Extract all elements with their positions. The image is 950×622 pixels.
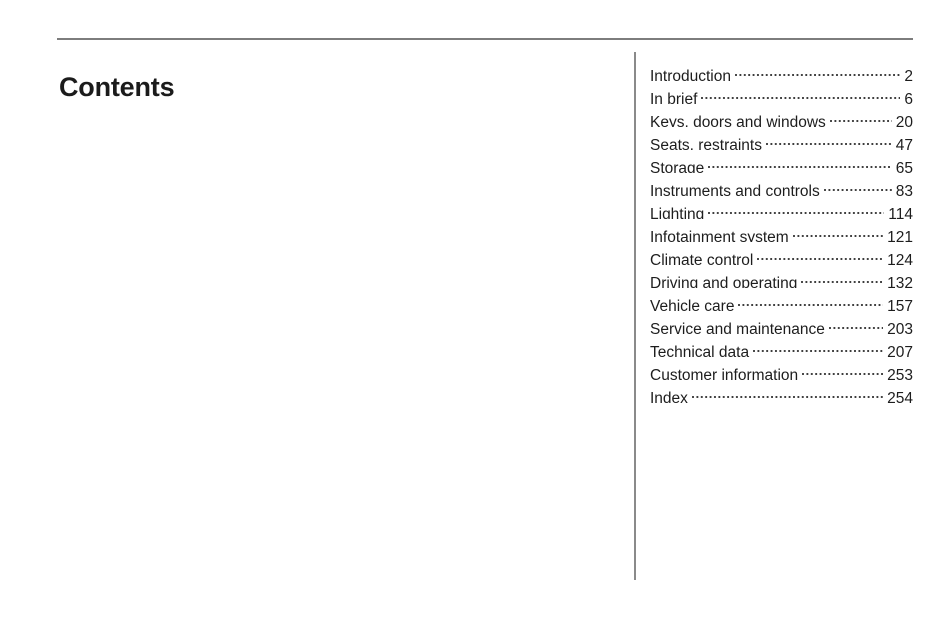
toc-entry[interactable]: Introduction 2 [650, 58, 913, 81]
toc-entry[interactable]: In brief 6 [650, 81, 913, 104]
toc-entry-title: Customer information [650, 367, 799, 380]
toc-entry-page-number: 2 [904, 68, 913, 81]
toc-entry-title: Introduction [650, 68, 731, 81]
document-page: Contents Introduction 2 In brief 6 Keys, doo… [0, 0, 950, 622]
toc-entry-page-number: 124 [887, 252, 913, 265]
toc-entry-page-number: 6 [904, 91, 913, 104]
toc-entry-title: In brief [650, 91, 698, 104]
toc-entry-page-number: 157 [887, 298, 913, 311]
toc-dot-leader [757, 242, 883, 265]
toc-dot-leader [801, 265, 883, 288]
toc-dot-leader [828, 311, 884, 334]
toc-entry-page-number: 83 [895, 183, 913, 196]
toc-entry-title: Service and maintenance [650, 321, 825, 334]
toc-entry-title: Climate control [650, 252, 754, 265]
toc-dot-leader [823, 173, 892, 196]
toc-entry[interactable]: Driving and operating 132 [650, 265, 913, 288]
toc-entry[interactable]: Lighting 114 [650, 196, 913, 219]
toc-entry-page-number: 207 [887, 344, 913, 357]
toc-entry-title: Lighting [650, 206, 705, 219]
toc-dot-leader [735, 58, 901, 81]
toc-entry-title: Instruments and controls [650, 183, 820, 196]
toc-dot-leader [802, 357, 884, 380]
toc-entry-title: Infotainment system [650, 229, 789, 242]
toc-dot-leader [708, 196, 885, 219]
toc-entry-page-number: 47 [895, 137, 913, 150]
toc-dot-leader [792, 219, 884, 242]
toc-entry-page-number: 253 [887, 367, 913, 380]
toc-entry[interactable]: Climate control 124 [650, 242, 913, 265]
toc-entry[interactable]: Index 254 [650, 380, 913, 403]
toc-dot-leader [708, 150, 892, 173]
toc-entry-page-number: 203 [887, 321, 913, 334]
toc-dot-leader [738, 288, 883, 311]
toc-entry-page-number: 65 [895, 160, 913, 173]
toc-entry[interactable]: Keys, doors and windows 20 [650, 104, 913, 127]
toc-dot-leader [753, 334, 884, 357]
toc-entry[interactable]: Vehicle care 157 [650, 288, 913, 311]
toc-entry[interactable]: Instruments and controls 83 [650, 173, 913, 196]
header-rule [57, 38, 913, 40]
toc-entry-title: Index [650, 390, 688, 403]
table-of-contents: Introduction 2 In brief 6 Keys, doors and wi… [650, 58, 913, 403]
toc-entry[interactable]: Service and maintenance 203 [650, 311, 913, 334]
toc-entry[interactable]: Technical data 207 [650, 334, 913, 357]
toc-entry-title: Vehicle care [650, 298, 735, 311]
toc-entry-title: Storage [650, 160, 705, 173]
toc-entry-page-number: 114 [888, 206, 913, 219]
page-title: Contents [59, 72, 175, 103]
toc-entry-title: Keys, doors and windows [650, 114, 826, 127]
toc-entry-title: Technical data [650, 344, 750, 357]
toc-entry-page-number: 121 [887, 229, 913, 242]
toc-entry-page-number: 20 [895, 114, 913, 127]
toc-dot-leader [829, 104, 892, 127]
toc-entry[interactable]: Customer information 253 [650, 357, 913, 380]
toc-dot-leader [691, 380, 884, 403]
toc-entry-title: Driving and operating [650, 275, 798, 288]
toc-dot-leader [701, 81, 901, 104]
column-divider [634, 52, 636, 580]
toc-entry-title: Seats, restraints [650, 137, 762, 150]
toc-entry-page-number: 254 [887, 390, 913, 403]
toc-entry[interactable]: Seats, restraints 47 [650, 127, 913, 150]
toc-entry[interactable]: Storage 65 [650, 150, 913, 173]
toc-entry[interactable]: Infotainment system 121 [650, 219, 913, 242]
toc-entry-page-number: 132 [887, 275, 913, 288]
toc-dot-leader [766, 127, 892, 150]
